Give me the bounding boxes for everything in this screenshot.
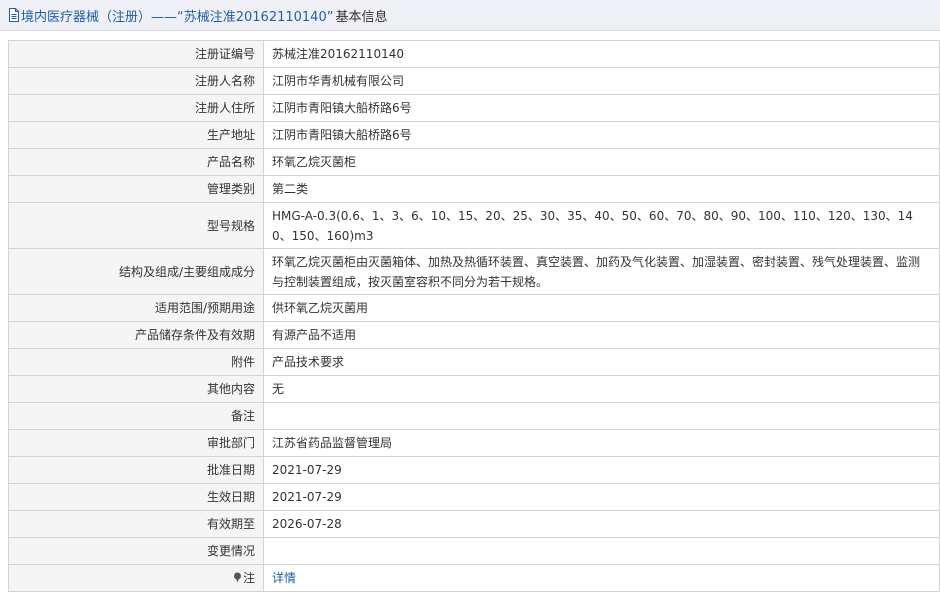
pin-icon bbox=[233, 572, 241, 583]
page-title-suffix: 基本信息 bbox=[335, 9, 388, 25]
row-label-storage-conditions: 产品储存条件及有效期 bbox=[8, 321, 264, 349]
row-value-attachment: 产品技术要求 bbox=[263, 348, 940, 376]
table-row: 生效日期 2021-07-29 bbox=[8, 483, 940, 511]
row-label-other-content: 其他内容 bbox=[8, 375, 264, 403]
row-value-registrant-address: 江阴市青阳镇大船桥路6号 bbox=[263, 94, 940, 122]
table-row: 变更情况 bbox=[8, 537, 940, 565]
table-row: 附件 产品技术要求 bbox=[8, 348, 940, 376]
table-row: 型号规格 HMG-A-0.3(0.6、1、3、6、10、15、20、25、30、… bbox=[8, 202, 940, 249]
row-value-intended-use: 供环氧乙烷灭菌用 bbox=[263, 294, 940, 322]
details-link[interactable]: 详情 bbox=[272, 571, 296, 585]
page-title: 境内医疗器械（注册）——“苏械注准20162110140” bbox=[21, 9, 334, 25]
row-value-model-spec: HMG-A-0.3(0.6、1、3、6、10、15、20、25、30、35、40… bbox=[263, 202, 940, 249]
row-value-change-history bbox=[263, 537, 940, 565]
row-value-other-content: 无 bbox=[263, 375, 940, 403]
row-label-product-name: 产品名称 bbox=[8, 148, 264, 176]
table-row: 审批部门 江苏省药品监督管理局 bbox=[8, 429, 940, 457]
row-label-effective-date: 生效日期 bbox=[8, 483, 264, 511]
row-value-storage-conditions: 有源产品不适用 bbox=[263, 321, 940, 349]
row-label-note: 注 bbox=[8, 564, 264, 592]
table-row: 注册人名称 江阴市华青机械有限公司 bbox=[8, 67, 940, 95]
table-row: 注 详情 bbox=[8, 564, 940, 592]
row-value-management-class: 第二类 bbox=[263, 175, 940, 203]
page-header: 境内医疗器械（注册）——“苏械注准20162110140” 基本信息 bbox=[0, 0, 940, 31]
table-row: 其他内容 无 bbox=[8, 375, 940, 403]
note-label-text: 注 bbox=[242, 571, 255, 585]
table-row: 管理类别 第二类 bbox=[8, 175, 940, 203]
row-value-approval-department: 江苏省药品监督管理局 bbox=[263, 429, 940, 457]
row-label-approval-department: 审批部门 bbox=[8, 429, 264, 457]
table-row: 结构及组成/主要组成成分 环氧乙烷灭菌柜由灭菌箱体、加热及热循环装置、真空装置、… bbox=[8, 248, 940, 295]
row-value-product-name: 环氧乙烷灭菌柜 bbox=[263, 148, 940, 176]
row-label-registrant-address: 注册人住所 bbox=[8, 94, 264, 122]
table-row: 有效期至 2026-07-28 bbox=[8, 510, 940, 538]
row-label-registration-number: 注册证编号 bbox=[8, 40, 264, 68]
table-row: 批准日期 2021-07-29 bbox=[8, 456, 940, 484]
row-value-valid-until: 2026-07-28 bbox=[263, 510, 940, 538]
table-row: 备注 bbox=[8, 402, 940, 430]
row-label-approval-date: 批准日期 bbox=[8, 456, 264, 484]
row-value-note: 详情 bbox=[263, 564, 940, 592]
row-value-registrant-name: 江阴市华青机械有限公司 bbox=[263, 67, 940, 95]
table-row: 产品名称 环氧乙烷灭菌柜 bbox=[8, 148, 940, 176]
row-label-model-spec: 型号规格 bbox=[8, 202, 264, 249]
row-value-remarks bbox=[263, 402, 940, 430]
table-row: 注册人住所 江阴市青阳镇大船桥路6号 bbox=[8, 94, 940, 122]
row-label-registrant-name: 注册人名称 bbox=[8, 67, 264, 95]
table-row: 适用范围/预期用途 供环氧乙烷灭菌用 bbox=[8, 294, 940, 322]
row-value-approval-date: 2021-07-29 bbox=[263, 456, 940, 484]
row-value-effective-date: 2021-07-29 bbox=[263, 483, 940, 511]
row-label-remarks: 备注 bbox=[8, 402, 264, 430]
row-label-production-address: 生产地址 bbox=[8, 121, 264, 149]
info-table: 注册证编号 苏械注准20162110140 注册人名称 江阴市华青机械有限公司 … bbox=[8, 40, 940, 592]
table-row: 产品储存条件及有效期 有源产品不适用 bbox=[8, 321, 940, 349]
row-label-intended-use: 适用范围/预期用途 bbox=[8, 294, 264, 322]
row-value-production-address: 江阴市青阳镇大船桥路6号 bbox=[263, 121, 940, 149]
row-label-valid-until: 有效期至 bbox=[8, 510, 264, 538]
table-row: 注册证编号 苏械注准20162110140 bbox=[8, 40, 940, 68]
row-label-management-class: 管理类别 bbox=[8, 175, 264, 203]
row-label-structure-composition: 结构及组成/主要组成成分 bbox=[8, 248, 264, 295]
row-label-attachment: 附件 bbox=[8, 348, 264, 376]
document-icon bbox=[9, 8, 19, 22]
row-label-change-history: 变更情况 bbox=[8, 537, 264, 565]
table-row: 生产地址 江阴市青阳镇大船桥路6号 bbox=[8, 121, 940, 149]
row-value-registration-number: 苏械注准20162110140 bbox=[263, 40, 940, 68]
row-value-structure-composition: 环氧乙烷灭菌柜由灭菌箱体、加热及热循环装置、真空装置、加药及气化装置、加湿装置、… bbox=[263, 248, 940, 295]
